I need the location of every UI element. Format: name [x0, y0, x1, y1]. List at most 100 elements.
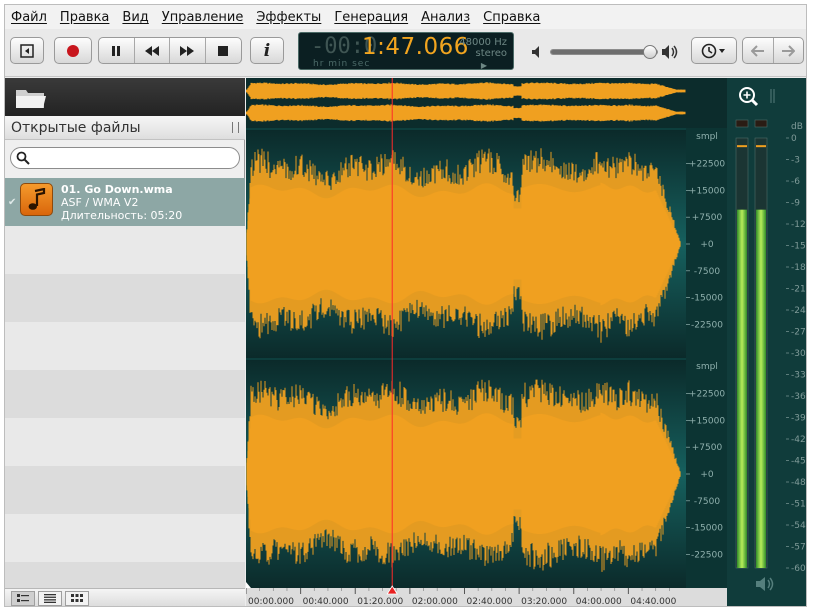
arrow-left-icon	[750, 44, 764, 57]
file-duration: Длительность: 05:20	[61, 209, 183, 222]
menu-control[interactable]: Управление	[162, 10, 244, 25]
record-button[interactable]	[55, 38, 91, 63]
menu-analyze[interactable]: Анализ	[421, 10, 470, 25]
stop-button[interactable]	[206, 38, 241, 63]
info-button[interactable]: i	[251, 38, 283, 63]
menu-generate[interactable]: Генерация	[334, 10, 408, 25]
amplitude-tick-label: +0	[700, 470, 714, 480]
time-tick-label: 00:40.000	[303, 597, 349, 607]
list-item	[5, 226, 245, 274]
folder-icon[interactable]	[15, 86, 47, 110]
meter-tick-label: -33	[791, 371, 806, 381]
menu-effects[interactable]: Эффекты	[256, 10, 321, 25]
list-item	[5, 466, 245, 514]
transport-group	[98, 37, 242, 64]
menu-help[interactable]: Справка	[483, 10, 540, 25]
panel-grip-icon[interactable]	[232, 122, 239, 133]
meter-tick-label: 0	[791, 134, 797, 144]
fast-forward-icon	[180, 45, 195, 56]
panel-title-bar: Открытые файлы	[5, 116, 245, 140]
amplitude-tick-label: +7500	[692, 213, 723, 223]
volume-knob[interactable]	[642, 45, 657, 59]
toggle-panel-button[interactable]	[11, 38, 43, 63]
history-button[interactable]	[692, 38, 736, 63]
history-group	[691, 37, 737, 64]
meter-tick-label: -6	[791, 177, 800, 187]
search-icon	[16, 151, 30, 165]
meter-tick-label: -21	[791, 285, 806, 295]
meter-tick-label: -45	[791, 457, 806, 467]
meter-level	[737, 209, 747, 568]
file-name: 01. Go Down.wma	[61, 183, 173, 196]
level-meter-panel: 0 -3 -6 -9 -12 -15 -18 -21 -24 -27 -30 -33 -36 -39 -42…	[735, 87, 806, 591]
meter-tick-label: -48	[791, 478, 806, 488]
menu-view[interactable]: Вид	[122, 10, 148, 25]
panel-header	[5, 78, 245, 116]
list-icon	[44, 594, 56, 603]
back-button[interactable]	[743, 38, 774, 63]
pause-button[interactable]	[99, 38, 135, 63]
stop-icon	[218, 45, 229, 56]
view-detailed-button[interactable]	[11, 591, 35, 606]
waveform-view[interactable]: smpl +22500 +15000 +7500 +0 -7500 -15000 -22500…	[246, 78, 727, 607]
meter-tick-label: -51	[791, 500, 806, 510]
forward-button[interactable]	[774, 38, 804, 63]
view-switcher	[5, 588, 245, 606]
meter-bars	[735, 119, 768, 569]
level-meters: 0 -3 -6 -9 -12 -15 -18 -21 -24 -27 -30 -33 -36 -39 -42…	[727, 78, 806, 606]
amplitude-tick-label: -7500	[694, 497, 720, 507]
info-group: i	[250, 37, 284, 64]
music-note-icon	[20, 183, 53, 216]
view-list-button[interactable]	[38, 591, 62, 606]
panel-toggle-icon	[20, 43, 34, 58]
list-item	[5, 274, 245, 322]
amplitude-tick-label: +22500	[689, 160, 725, 170]
app-window: Файл Правка Вид Управление Эффекты Генер…	[4, 4, 807, 607]
meter-peak	[737, 145, 747, 148]
detailed-list-icon	[17, 594, 29, 602]
panel-title: Открытые файлы	[11, 119, 141, 136]
zoom-in-icon[interactable]	[739, 87, 759, 107]
search-box	[10, 147, 240, 169]
clock-dropdown-icon	[701, 43, 725, 58]
time-tick-label: 03:20.000	[521, 597, 567, 607]
fast-forward-button[interactable]	[170, 38, 206, 63]
menu-edit[interactable]: Правка	[60, 10, 109, 25]
time-tick-label: 02:40.000	[467, 597, 513, 607]
meter-tick-label: -12	[791, 220, 806, 230]
list-item	[5, 418, 245, 466]
meter-tick-label: -3	[791, 156, 800, 166]
menu-bar: Файл Правка Вид Управление Эффекты Генер…	[5, 5, 806, 29]
list-item	[5, 514, 245, 562]
play-indicator-icon: ▶	[480, 61, 487, 70]
time-tick-label: 02:00.000	[412, 597, 458, 607]
meter-tick-label: -42	[791, 435, 806, 445]
rewind-icon	[144, 45, 159, 56]
sample-rate: 48000 Hz	[459, 37, 507, 48]
rewind-button[interactable]	[135, 38, 170, 63]
meter-tick-label: -18	[791, 263, 806, 273]
meter-tick-label: -15	[791, 242, 806, 252]
meter-tick-label: -27	[791, 328, 806, 338]
speaker-icon[interactable]	[756, 577, 774, 591]
meter-tick-label: -9	[791, 199, 800, 209]
amplitude-unit-label: smpl	[696, 132, 718, 142]
meter-tick-label: -36	[791, 392, 806, 402]
volume-low-icon	[532, 46, 539, 58]
time-tick-label: 00:00.000	[248, 597, 294, 607]
menu-file[interactable]: Файл	[11, 10, 47, 25]
meter-tick-label: -60	[791, 564, 806, 574]
search-input[interactable]	[35, 150, 231, 166]
time-units-label: hr min sec	[313, 59, 371, 69]
waveform-area: smpl +22500 +15000 +7500 +0 -7500 -15000 -22500…	[246, 78, 806, 607]
view-grid-button[interactable]	[65, 591, 89, 606]
amplitude-ruler	[686, 128, 727, 590]
list-item	[5, 370, 245, 418]
volume-slider[interactable]	[550, 45, 658, 59]
file-row[interactable]: ✔ 01. Go Down.wma ASF / WMA V2 Длительно…	[5, 178, 245, 226]
meter-grip-icon[interactable]	[770, 89, 775, 103]
time-tick-label: 01:20.000	[357, 597, 403, 607]
current-time: 1:47.066	[362, 34, 469, 60]
amplitude-tick-label: -22500	[691, 320, 723, 330]
meter-tick-label: -39	[791, 414, 806, 424]
